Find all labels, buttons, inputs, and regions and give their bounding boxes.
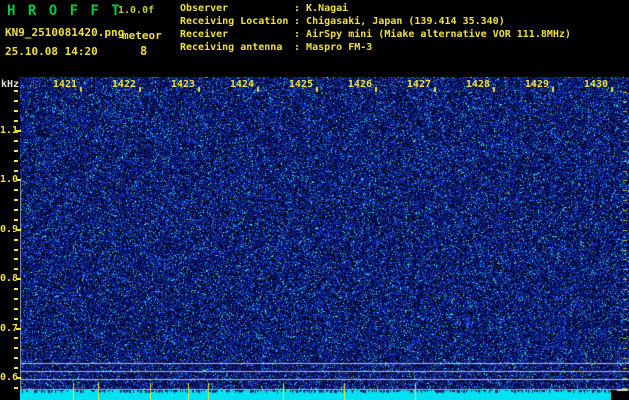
freq-tick-label: 0.6 <box>0 372 16 383</box>
output-filename: KN9_2510081420.png <box>5 26 124 39</box>
freq-major-tick <box>16 179 21 181</box>
meteor-counter-label: meteor <box>122 29 162 42</box>
time-tick-label: 1430 <box>584 79 608 90</box>
time-tick-label: 1424 <box>230 79 254 90</box>
info-label: Receiving Location <box>180 15 294 28</box>
info-row: Receiver: AirSpy mini (Miake alternative… <box>180 28 571 41</box>
freq-minor-tick <box>14 199 18 201</box>
freq-major-tick <box>16 130 21 132</box>
info-label: Observer <box>180 2 294 15</box>
time-tick-label: 1427 <box>407 79 431 90</box>
observer-info-block: Observer: K.Nagai Receiving Location: Chi… <box>180 2 571 54</box>
info-separator: : <box>294 16 306 27</box>
info-value: Chigasaki, Japan (139.414 35.340) <box>306 16 505 27</box>
info-value: AirSpy mini (Miake alternative VOR 111.8… <box>306 29 571 40</box>
freq-minor-tick <box>14 337 18 339</box>
info-value: K.Nagai <box>306 3 348 14</box>
freq-minor-tick <box>14 90 18 92</box>
freq-minor-tick <box>14 239 18 241</box>
freq-minor-tick <box>14 160 18 162</box>
freq-minor-tick <box>14 308 18 310</box>
spectrogram-canvas <box>20 77 629 400</box>
info-label: Receiver <box>180 28 294 41</box>
time-tick-label: 1429 <box>525 79 549 90</box>
freq-minor-tick <box>14 100 18 102</box>
freq-minor-tick <box>14 249 18 251</box>
freq-minor-tick <box>14 120 18 122</box>
freq-minor-tick <box>14 209 18 211</box>
freq-major-tick <box>16 278 21 280</box>
info-row: Receiving Location: Chigasaki, Japan (13… <box>180 15 571 28</box>
info-separator: : <box>294 3 306 14</box>
time-tick-label: 1426 <box>348 79 372 90</box>
info-separator: : <box>294 42 306 53</box>
time-tick-label: 1423 <box>171 79 195 90</box>
hrofft-window: H R O F F T 1.0.0f KN9_2510081420.png me… <box>0 0 629 400</box>
freq-major-tick <box>16 328 21 330</box>
freq-minor-tick <box>14 150 18 152</box>
freq-minor-tick <box>14 347 18 349</box>
freq-minor-tick <box>14 318 18 320</box>
freq-minor-tick <box>14 258 18 260</box>
freq-major-tick <box>16 229 21 231</box>
freq-minor-tick <box>14 140 18 142</box>
info-row: Observer: K.Nagai <box>180 2 571 15</box>
freq-major-tick <box>16 377 21 379</box>
freq-minor-tick <box>14 387 18 389</box>
freq-minor-tick <box>14 367 18 369</box>
freq-axis-unit: kHz <box>1 79 19 90</box>
freq-tick-label: 1.0 <box>0 174 16 185</box>
app-title: H R O F F T <box>7 3 122 19</box>
freq-minor-tick <box>14 268 18 270</box>
freq-minor-tick <box>14 298 18 300</box>
time-tick-label: 1428 <box>466 79 490 90</box>
time-tick-label: 1421 <box>53 79 77 90</box>
freq-tick-label: 0.9 <box>0 224 16 235</box>
freq-tick-label: 0.7 <box>0 323 16 334</box>
freq-tick-label: 0.8 <box>0 273 16 284</box>
info-row: Receiving antenna: Maspro FM-3 <box>180 41 571 54</box>
info-value: Maspro FM-3 <box>306 42 372 53</box>
freq-minor-tick <box>14 189 18 191</box>
freq-minor-tick <box>14 219 18 221</box>
freq-minor-tick <box>14 288 18 290</box>
app-version: 1.0.0f <box>118 5 154 16</box>
time-tick-label: 1425 <box>289 79 313 90</box>
info-label: Receiving antenna <box>180 41 294 54</box>
freq-tick-label: 1.1 <box>0 125 16 136</box>
record-datetime: 25.10.08 14:20 <box>5 45 98 58</box>
meteor-counter-value: 8 <box>140 44 147 58</box>
freq-minor-tick <box>14 357 18 359</box>
freq-minor-tick <box>14 110 18 112</box>
time-tick-label: 1422 <box>112 79 136 90</box>
info-separator: : <box>294 29 306 40</box>
freq-minor-tick <box>14 170 18 172</box>
